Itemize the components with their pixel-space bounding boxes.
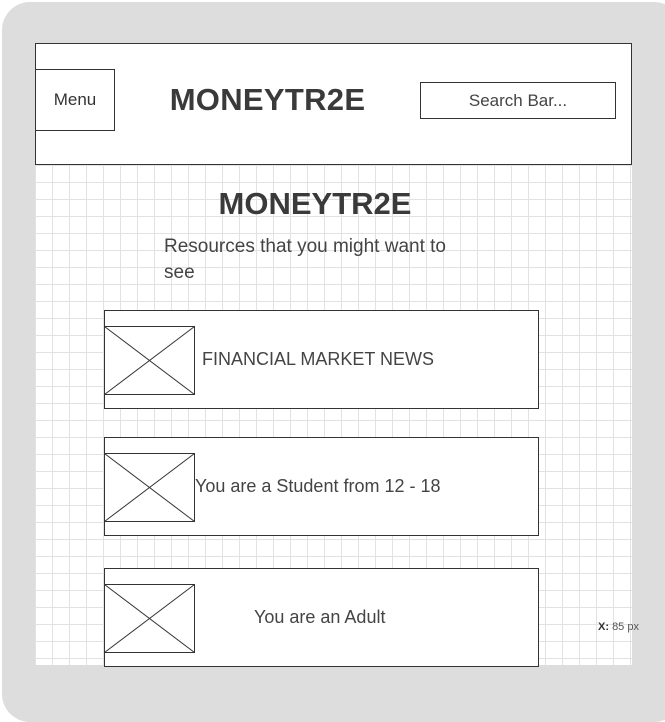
resource-card-adult[interactable]: You are an Adult	[104, 568, 539, 667]
resource-card-financial-news[interactable]: FINANCIAL MARKET NEWS	[104, 310, 539, 409]
coord-value: 85 px	[612, 621, 639, 633]
menu-button[interactable]: Menu	[35, 69, 115, 131]
coord-axis-label: X:	[598, 621, 609, 633]
card-label: You are an Adult	[254, 607, 386, 627]
image-placeholder-icon	[104, 453, 195, 522]
resource-card-student[interactable]: You are a Student from 12 - 18	[104, 437, 539, 536]
header-title: MONEYTR2E	[169, 82, 366, 117]
page-subtitle: Resources that you might want to see	[164, 236, 446, 283]
image-placeholder-icon	[104, 584, 195, 653]
card-label: FINANCIAL MARKET NEWS	[202, 349, 435, 369]
card-label: You are a Student from 12 - 18	[195, 476, 441, 496]
search-input[interactable]: Search Bar...	[420, 82, 616, 119]
coordinate-readout: X: 85 px	[598, 621, 639, 633]
page-title: MONEYTR2E	[218, 186, 412, 221]
image-placeholder-icon	[104, 326, 195, 395]
